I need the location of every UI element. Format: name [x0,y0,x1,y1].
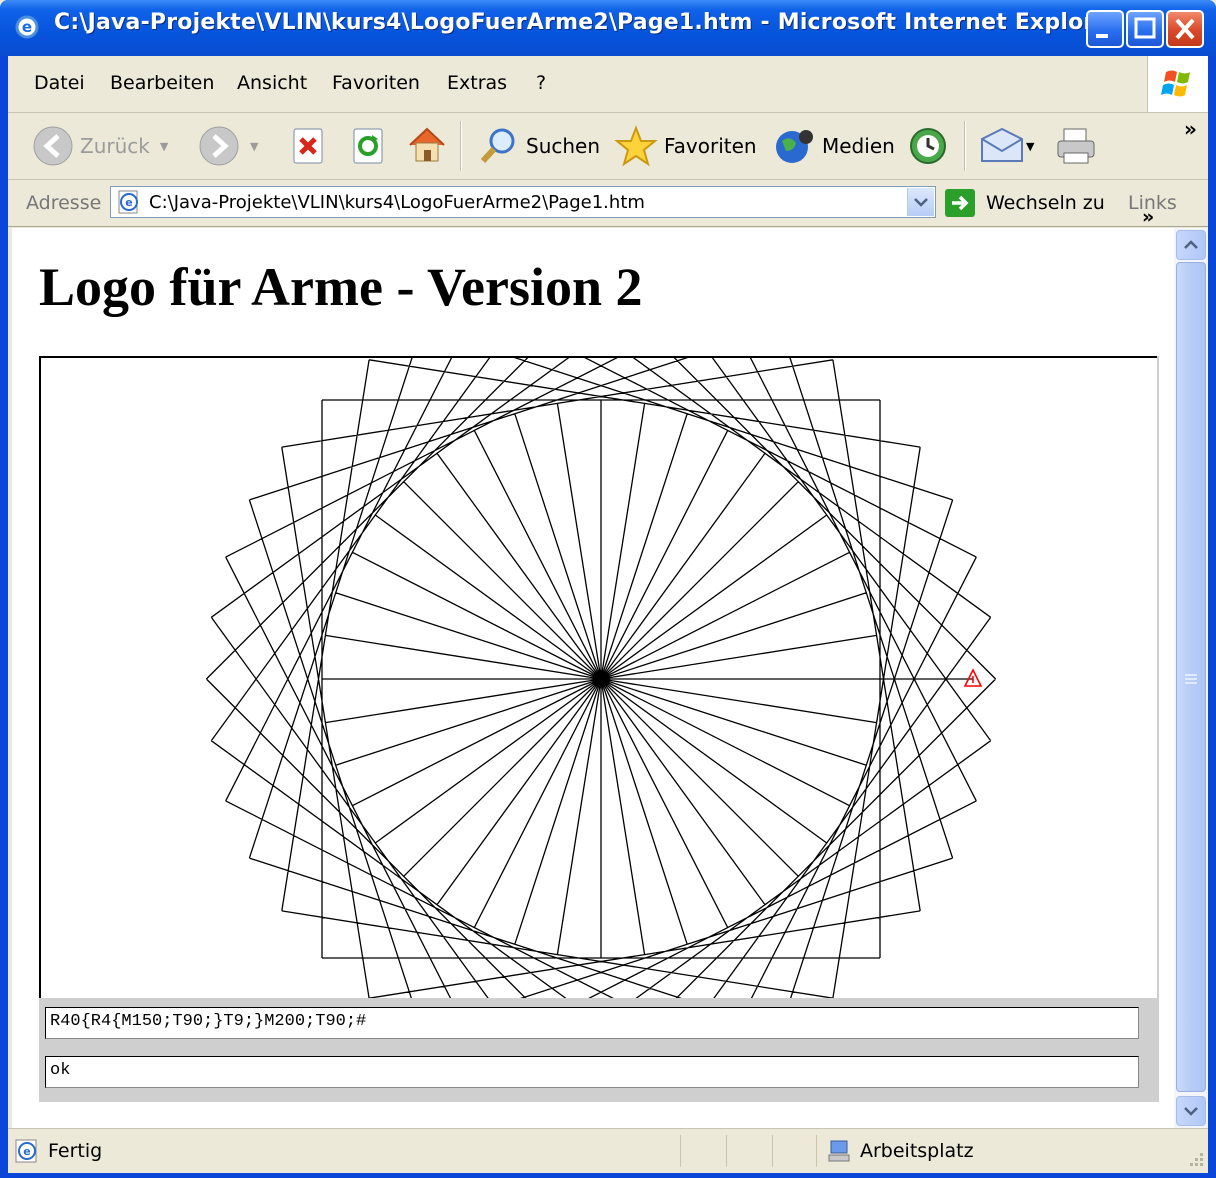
ie-logo-icon: e [15,15,39,39]
status-cell [680,1135,681,1167]
window-title: C:\Java-Projekte\VLIN\kurs4\LogoFuerArme… [54,10,1121,35]
standard-toolbar: Zurück ▼ ▼ Suchen Favoriten Medien ▼ » [8,113,1208,180]
toolbar-overflow-button[interactable]: » [1184,117,1197,141]
stop-icon [293,128,323,164]
close-button[interactable] [1166,10,1204,48]
search-button[interactable]: Suchen [478,125,600,167]
favorites-label: Favoriten [664,134,757,158]
favorites-button[interactable]: Favoriten [614,125,757,167]
mail-dropdown-icon[interactable]: ▼ [1026,140,1034,153]
my-computer-icon [828,1140,850,1162]
status-cell [726,1135,727,1167]
forward-button[interactable]: ▼ [198,125,258,167]
toolbar-separator [964,121,966,171]
chevron-down-icon [1184,1107,1198,1116]
svg-text:e: e [125,196,132,209]
close-icon [1175,18,1195,40]
address-bar: Adresse e C:\Java-Projekte\VLIN\kurs4\Lo… [8,180,1208,228]
back-arrow-icon [33,126,73,166]
page-icon: e [118,190,138,214]
windows-flag-logo [1147,56,1208,112]
page-heading: Logo für Arme - Version 2 [39,257,643,317]
output-field: ok [45,1056,1139,1088]
mail-icon [981,127,1023,162]
go-label: Wechseln zu [986,192,1105,214]
svg-text:e: e [23,1145,30,1158]
grip-icon [1185,674,1197,684]
refresh-icon [353,128,383,164]
media-button[interactable]: Medien [772,125,895,167]
history-icon [910,128,946,164]
media-icon [776,130,813,163]
status-cell [772,1135,773,1167]
home-button[interactable] [406,123,448,167]
menu-datei[interactable]: Datei [34,72,85,94]
windows-flag-icon [1161,70,1190,97]
mail-button[interactable]: ▼ [978,125,1034,167]
refresh-button[interactable] [352,127,386,165]
menu-ansicht[interactable]: Ansicht [237,72,307,94]
media-label: Medien [822,134,895,158]
status-bar: e Fertig Arbeitsplatz [8,1128,1208,1173]
minimize-button[interactable] [1086,10,1124,48]
title-bar[interactable]: e C:\Java-Projekte\VLIN\kurs4\LogoFuerAr… [0,0,1216,56]
chevron-up-icon [1184,240,1198,249]
menu-help[interactable]: ? [536,72,546,94]
vertical-scrollbar[interactable] [1174,228,1208,1128]
back-label: Zurück [80,134,150,158]
turtle-path [205,358,997,998]
forward-dropdown-icon[interactable]: ▼ [250,140,258,153]
print-button[interactable] [1054,125,1098,167]
search-icon [480,128,515,164]
back-dropdown-icon[interactable]: ▼ [160,140,168,153]
command-input[interactable]: R40{R4{M150;T90;}T9;}M200;T90;# [45,1007,1139,1039]
ie-window: e C:\Java-Projekte\VLIN\kurs4\LogoFuerAr… [0,0,1216,1178]
menu-bearbeiten[interactable]: Bearbeiten [110,72,214,94]
logo-applet: R40{R4{M150;T90;}T9;}M200;T90;# ok [39,356,1159,1102]
turtle-canvas [39,356,1157,998]
toolbar-separator [460,121,462,171]
address-label: Adresse [26,192,102,214]
stop-button[interactable] [292,127,326,165]
chevron-down-icon [914,198,928,207]
printer-icon [1057,128,1095,164]
turtle-drawing [205,358,997,998]
page-content: Logo für Arme - Version 2 R40{R4{M150;T9… [12,228,1174,1128]
menu-favoriten[interactable]: Favoriten [332,72,420,94]
address-input[interactable]: e C:\Java-Projekte\VLIN\kurs4\LogoFuerAr… [110,186,936,218]
maximize-icon [1134,17,1156,39]
status-cell [816,1135,817,1167]
address-dropdown-button[interactable] [907,188,934,216]
home-icon [409,127,445,162]
menu-bar: Datei Bearbeiten Ansicht Favoriten Extra… [8,56,1208,113]
search-label: Suchen [526,134,601,158]
star-icon [614,125,658,167]
menu-extras[interactable]: Extras [447,72,507,94]
scroll-up-button[interactable] [1176,230,1206,260]
svg-text:e: e [22,18,32,36]
zone-text: Arbeitsplatz [860,1140,974,1162]
links-overflow-icon: » [1142,206,1155,228]
page-done-icon: e [15,1139,37,1163]
browser-client: Datei Bearbeiten Ansicht Favoriten Extra… [8,56,1208,1173]
go-arrow-icon [945,189,975,217]
turtle-icon [963,668,983,687]
go-button[interactable]: Wechseln zu [944,188,1105,218]
history-button[interactable] [906,125,950,167]
back-button[interactable]: Zurück ▼ [32,125,168,167]
status-text: Fertig [48,1140,103,1162]
scroll-down-button[interactable] [1176,1096,1206,1126]
forward-arrow-icon [199,126,239,166]
maximize-button[interactable] [1126,10,1164,48]
scroll-thumb[interactable] [1176,262,1206,1092]
resize-grip-icon[interactable] [1186,1149,1206,1169]
minimize-icon [1096,34,1108,38]
address-url: C:\Java-Projekte\VLIN\kurs4\LogoFuerArme… [149,192,645,213]
